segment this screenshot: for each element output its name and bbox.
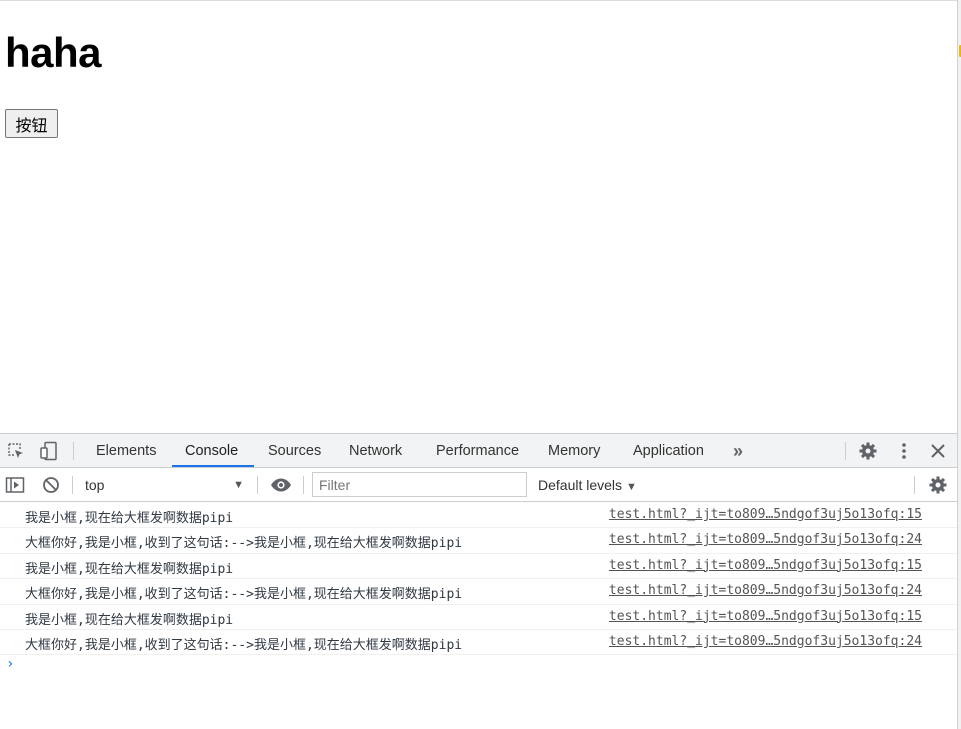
console-settings-gear-icon[interactable]: [928, 475, 948, 495]
log-row: 大框你好,我是小框,收到了这句话:-->我是小框,现在给大框发啊数据pipi t…: [0, 528, 957, 554]
page-button[interactable]: 按钮: [5, 109, 58, 138]
toolbar-divider-3: [303, 476, 304, 494]
log-message: 大框你好,我是小框,收到了这句话:-->我是小框,现在给大框发啊数据pipi: [25, 587, 463, 603]
log-source-link[interactable]: test.html?_ijt=to809…5ndgof3uj5o13ofq:24: [609, 634, 922, 649]
tab-performance[interactable]: Performance: [436, 434, 519, 468]
log-source-link[interactable]: test.html?_ijt=to809…5ndgof3uj5o13ofq:24: [609, 532, 922, 547]
settings-gear-icon[interactable]: [858, 441, 878, 461]
console-toolbar: top ▼ Default levels ▼: [0, 468, 957, 502]
context-selector[interactable]: top ▼: [78, 474, 250, 496]
log-message: 我是小框,现在给大框发啊数据pipi: [25, 561, 234, 577]
tabbar-divider-right: [845, 442, 846, 460]
log-row: 我是小框,现在给大框发啊数据pipi test.html?_ijt=to809……: [0, 605, 957, 630]
filter-input[interactable]: [312, 472, 527, 497]
device-toggle-icon[interactable]: [39, 441, 59, 461]
close-icon[interactable]: [928, 441, 948, 461]
tabbar-divider: [73, 442, 74, 460]
sidebar-toggle-icon[interactable]: [5, 475, 25, 495]
tab-network[interactable]: Network: [349, 434, 402, 468]
log-message: 我是小框,现在给大框发啊数据pipi: [25, 612, 234, 628]
tab-sources[interactable]: Sources: [268, 434, 321, 468]
toolbar-divider-4: [914, 476, 915, 494]
clear-console-icon[interactable]: [41, 475, 61, 495]
log-row: 我是小框,现在给大框发啊数据pipi test.html?_ijt=to809……: [0, 503, 957, 529]
log-row: 我是小框,现在给大框发啊数据pipi test.html?_ijt=to809……: [0, 554, 957, 580]
log-row: 大框你好,我是小框,收到了这句话:-->我是小框,现在给大框发啊数据pipi t…: [0, 579, 957, 605]
context-value: top: [85, 477, 105, 493]
tab-application[interactable]: Application: [633, 434, 704, 468]
toolbar-divider-2: [257, 476, 258, 494]
log-source-link[interactable]: test.html?_ijt=to809…5ndgof3uj5o13ofq:24: [609, 583, 922, 598]
devtools-panel: Elements Console Sources Network Perform…: [0, 433, 957, 729]
tab-memory[interactable]: Memory: [548, 434, 600, 468]
log-message: 大框你好,我是小框,收到了这句话:-->我是小框,现在给大框发啊数据pipi: [25, 536, 463, 552]
eye-icon[interactable]: [270, 475, 291, 495]
tab-elements[interactable]: Elements: [96, 434, 156, 468]
devtools-tabbar: Elements Console Sources Network Perform…: [0, 434, 957, 468]
log-source-link[interactable]: test.html?_ijt=to809…5ndgof3uj5o13ofq:15: [609, 558, 922, 573]
console-prompt-chevron-icon[interactable]: ›: [6, 656, 14, 672]
log-message: 大框你好,我是小框,收到了这句话:-->我是小框,现在给大框发啊数据pipi: [25, 637, 463, 653]
inspect-icon[interactable]: [6, 441, 26, 461]
page-viewport: haha 按钮: [0, 0, 957, 433]
more-tabs-chevron-icon[interactable]: »: [733, 434, 743, 468]
log-source-link[interactable]: test.html?_ijt=to809…5ndgof3uj5o13ofq:15: [609, 507, 922, 522]
console-log-list: 我是小框,现在给大框发啊数据pipi test.html?_ijt=to809……: [0, 503, 957, 656]
log-levels-dropdown[interactable]: Default levels ▼: [538, 474, 637, 496]
log-levels-label: Default levels: [538, 477, 623, 493]
page-heading: haha: [5, 29, 102, 76]
levels-caret-icon: ▼: [625, 481, 637, 493]
window-edge-scrollbar[interactable]: [957, 0, 961, 729]
toolbar-divider: [72, 476, 73, 494]
log-source-link[interactable]: test.html?_ijt=to809…5ndgof3uj5o13ofq:15: [609, 609, 922, 624]
log-row: 大框你好,我是小框,收到了这句话:-->我是小框,现在给大框发啊数据pipi t…: [0, 630, 957, 656]
kebab-menu-icon[interactable]: [894, 441, 914, 461]
log-message: 我是小框,现在给大框发啊数据pipi: [25, 511, 234, 526]
active-tab-underline: [172, 465, 254, 467]
dropdown-caret-icon: ▼: [233, 479, 244, 491]
tab-console[interactable]: Console: [185, 434, 238, 468]
